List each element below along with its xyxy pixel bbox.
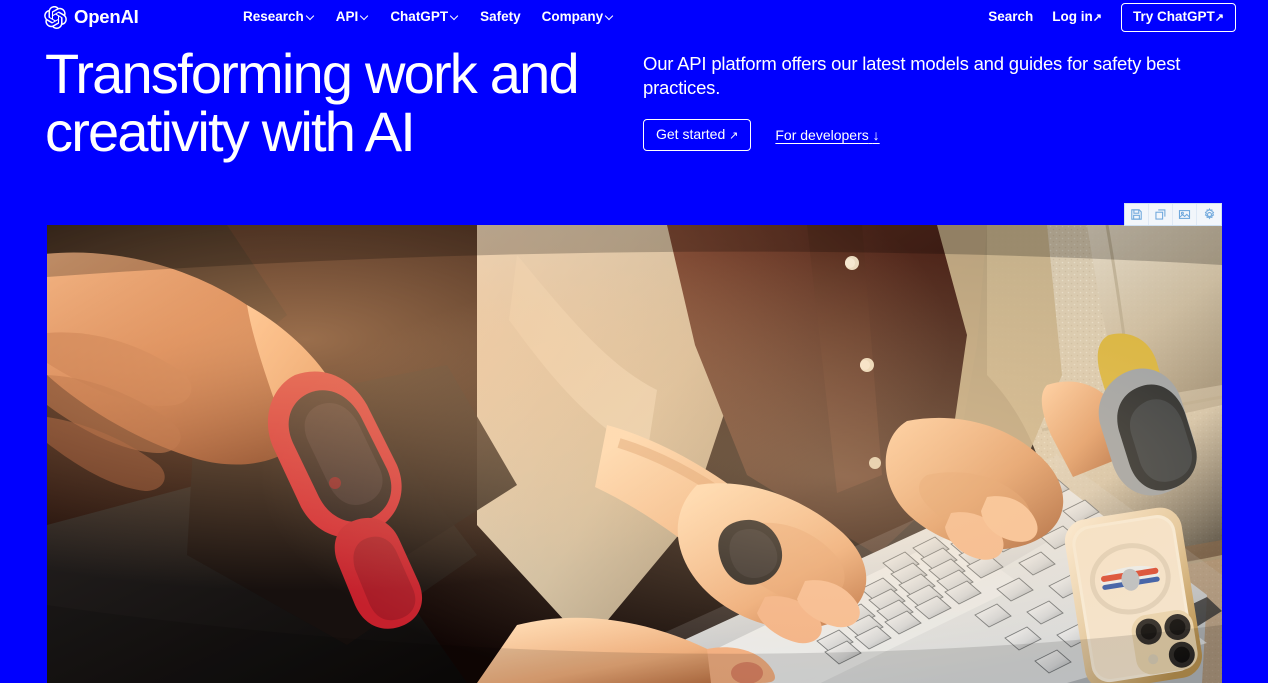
openai-blossom-icon (44, 5, 67, 29)
settings-gear-icon[interactable] (1197, 204, 1221, 225)
nav-secondary-links: Search Log in↗ Try ChatGPT↗ (988, 2, 1236, 32)
nav-label-api: API (335, 9, 359, 25)
nav-item-chatgpt[interactable]: ChatGPT (390, 10, 459, 24)
arrow-down-icon: ↓ (872, 127, 880, 144)
arrow-up-right-icon: ↗ (1214, 11, 1224, 24)
hero-right-column: Our API platform offers our latest model… (643, 52, 1218, 152)
copy-icon[interactable] (1149, 204, 1173, 225)
nav-item-research[interactable]: Research (243, 10, 315, 24)
save-icon[interactable] (1125, 204, 1149, 225)
login-label: Log in (1052, 9, 1093, 24)
for-developers-link[interactable]: For developers ↓ (775, 128, 879, 142)
nav-label-research: Research (243, 9, 304, 25)
hero-photo (47, 225, 1222, 683)
nav-item-company[interactable]: Company (542, 10, 615, 24)
nav-primary-links: Research API ChatGPT Safety Company (243, 10, 614, 24)
nav-label-chatgpt: ChatGPT (390, 9, 449, 25)
hero-photo-illustration (47, 225, 1222, 683)
hero-headline-line1: Transforming work and (45, 42, 580, 105)
image-icon[interactable] (1173, 204, 1197, 225)
get-started-label: Get started (656, 126, 726, 143)
hero-headline-line2: creativity with AI (45, 100, 416, 163)
nav-item-safety[interactable]: Safety (480, 10, 521, 24)
search-link[interactable]: Search (988, 10, 1033, 24)
get-started-button[interactable]: Get started ↗ (643, 119, 752, 152)
arrow-up-right-icon: ↗ (1092, 12, 1103, 24)
nav-label-safety: Safety (480, 9, 521, 25)
try-chatgpt-button[interactable]: Try ChatGPT↗ (1121, 2, 1236, 32)
main-navigation: OpenAI Research API ChatGPT Safety Compa… (0, 0, 1268, 34)
arrow-up-right-icon: ↗ (729, 130, 739, 143)
hero-cta-group: Get started ↗ For developers ↓ (643, 119, 1218, 152)
image-toolbar (1124, 203, 1222, 226)
chevron-down-icon (307, 12, 315, 20)
try-chatgpt-label: Try ChatGPT (1133, 8, 1215, 24)
chevron-down-icon (361, 12, 369, 20)
login-link[interactable]: Log in↗ (1052, 10, 1102, 24)
brand-name: OpenAI (74, 5, 139, 27)
chevron-down-icon (606, 12, 614, 20)
hero-description: Our API platform offers our latest model… (643, 53, 1181, 99)
chevron-down-icon (451, 12, 459, 20)
nav-item-api[interactable]: API (336, 10, 370, 24)
hero-headline: Transforming work and creativity with AI (45, 46, 635, 160)
openai-logo-link[interactable]: OpenAI (44, 5, 139, 29)
nav-label-company: Company (541, 9, 604, 25)
openai-homepage: OpenAI Research API ChatGPT Safety Compa… (0, 0, 1268, 683)
for-developers-label: For developers (775, 127, 869, 144)
